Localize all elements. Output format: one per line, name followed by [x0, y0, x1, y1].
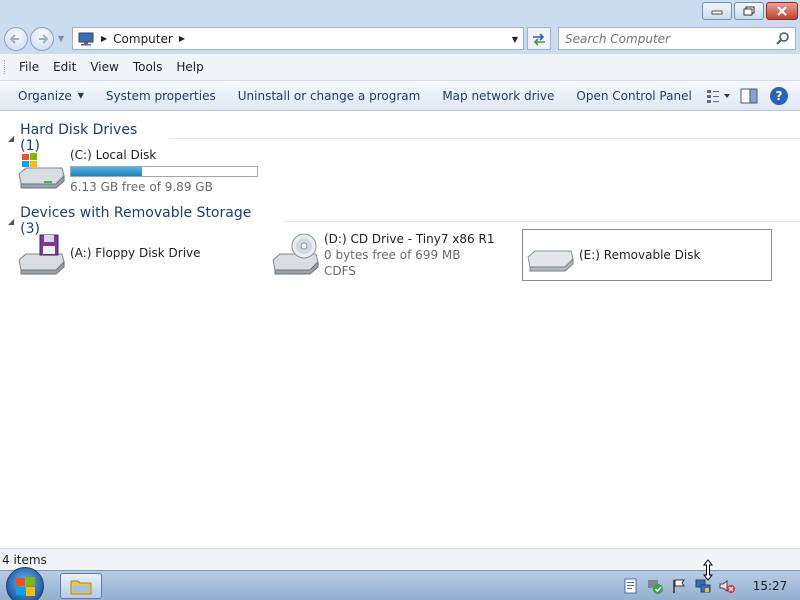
close-icon: [777, 6, 787, 16]
open-control-panel-button[interactable]: Open Control Panel: [568, 84, 699, 108]
status-bar: 4 items: [0, 548, 800, 570]
search-input[interactable]: [559, 28, 769, 49]
forward-button[interactable]: [30, 27, 54, 51]
drive-e-info: (E:) Removable Disk: [579, 233, 700, 263]
address-dropdown-icon[interactable]: ▼: [512, 35, 518, 44]
refresh-icon: [533, 32, 545, 46]
group-divider: [283, 220, 800, 222]
drive-e-name: (E:) Removable Disk: [579, 248, 701, 262]
computer-icon: [78, 32, 94, 45]
uninstall-program-button[interactable]: Uninstall or change a program: [230, 84, 429, 108]
drive-d-filesystem: CDFS: [324, 264, 356, 278]
tray-security-icon[interactable]: [644, 576, 666, 596]
drive-a-info: (A:) Floppy Disk Drive: [70, 232, 201, 261]
menu-view[interactable]: View: [87, 58, 121, 76]
floppy-drive-icon: [18, 234, 65, 275]
back-arrow-icon: [9, 34, 19, 44]
organize-button[interactable]: Organize ▼: [10, 84, 92, 108]
tray-document-icon[interactable]: [620, 576, 642, 596]
menu-edit[interactable]: Edit: [50, 58, 79, 76]
menu-bar: File Edit View Tools Help: [0, 54, 800, 81]
menu-tools[interactable]: Tools: [130, 58, 166, 76]
window-controls: [700, 2, 798, 20]
windows-logo-icon: [16, 577, 35, 596]
drive-d-tile[interactable]: (D:) CD Drive - Tiny7 x86 R1 0 bytes fre…: [270, 232, 494, 279]
group-divider: [169, 137, 800, 139]
taskbar: 15:27: [0, 567, 800, 600]
action-center-flag-icon[interactable]: [668, 576, 690, 596]
menu-grip: [4, 60, 8, 74]
taskbar-explorer-button[interactable]: [60, 573, 102, 599]
search-box[interactable]: [558, 27, 796, 50]
address-bar[interactable]: ▶ Computer ▶ ▼: [72, 27, 524, 50]
collapse-triangle-icon[interactable]: ◢: [8, 217, 14, 226]
map-network-drive-button[interactable]: Map network drive: [434, 84, 562, 108]
window-titlebar: [0, 0, 800, 24]
refresh-button[interactable]: [527, 27, 551, 50]
chevron-down-icon: ▼: [77, 91, 84, 100]
collapse-triangle-icon[interactable]: ◢: [8, 134, 14, 143]
help-icon: ?: [770, 87, 788, 105]
breadcrumb-computer[interactable]: Computer: [113, 32, 173, 46]
volume-muted-icon[interactable]: [716, 576, 738, 596]
drive-d-info: (D:) CD Drive - Tiny7 x86 R1 0 bytes fre…: [324, 232, 494, 279]
view-controls: ?: [702, 85, 792, 107]
folder-icon: [70, 580, 92, 595]
drive-c-usage-bar: [70, 166, 258, 177]
cd-drive-icon: [272, 233, 319, 275]
menu-help[interactable]: Help: [173, 58, 206, 76]
drive-c-tile[interactable]: (C:) Local Disk 6.13 GB free of 9.89 GB: [16, 148, 258, 195]
help-button[interactable]: ?: [766, 85, 792, 107]
drive-d-free-space: 0 bytes free of 699 MB: [324, 248, 461, 262]
resize-cursor-icon: [702, 559, 714, 581]
maximize-button[interactable]: [734, 2, 764, 20]
drive-a-tile[interactable]: (A:) Floppy Disk Drive: [16, 232, 201, 276]
back-button[interactable]: [4, 27, 28, 51]
restore-icon: [743, 6, 755, 16]
drive-c-usage-fill: [71, 167, 142, 176]
close-button[interactable]: [766, 2, 798, 20]
drive-c-free-space: 6.13 GB free of 9.89 GB: [70, 180, 213, 194]
removable-disk-icon: [527, 250, 574, 272]
item-count: 4 items: [2, 552, 47, 567]
system-properties-button[interactable]: System properties: [98, 84, 224, 108]
minimize-icon: [711, 10, 723, 15]
change-view-button[interactable]: [706, 85, 732, 107]
search-icon[interactable]: [775, 31, 791, 47]
drive-c-info: (C:) Local Disk 6.13 GB free of 9.89 GB: [70, 148, 258, 195]
hard-disk-windows-icon: [18, 153, 65, 189]
taskbar-clock[interactable]: 15:27: [740, 579, 800, 593]
preview-pane-icon: [740, 88, 758, 104]
command-bar: Organize ▼ System properties Uninstall o…: [0, 81, 800, 111]
drive-a-name: (A:) Floppy Disk Drive: [70, 246, 201, 260]
forward-arrow-icon: [39, 34, 49, 44]
breadcrumb-separator-icon[interactable]: ▶: [179, 34, 185, 43]
content-pane: ◢ Hard Disk Drives (1) (C:) Local Disk 6…: [0, 112, 800, 548]
preview-pane-button[interactable]: [736, 85, 762, 107]
recent-pages-dropdown[interactable]: ▼: [58, 34, 64, 43]
start-button[interactable]: [6, 567, 44, 600]
view-options-icon: [707, 90, 730, 103]
address-row: ▼ ▶ Computer ▶ ▼: [0, 24, 800, 54]
organize-label: Organize: [18, 88, 72, 103]
drive-d-name: (D:) CD Drive - Tiny7 x86 R1: [324, 232, 495, 246]
drive-e-tile[interactable]: (E:) Removable Disk: [522, 229, 772, 281]
menu-file[interactable]: File: [16, 58, 42, 76]
breadcrumb-separator-icon[interactable]: ▶: [101, 34, 107, 43]
drive-c-name: (C:) Local Disk: [70, 148, 157, 162]
minimize-button[interactable]: [702, 2, 732, 20]
